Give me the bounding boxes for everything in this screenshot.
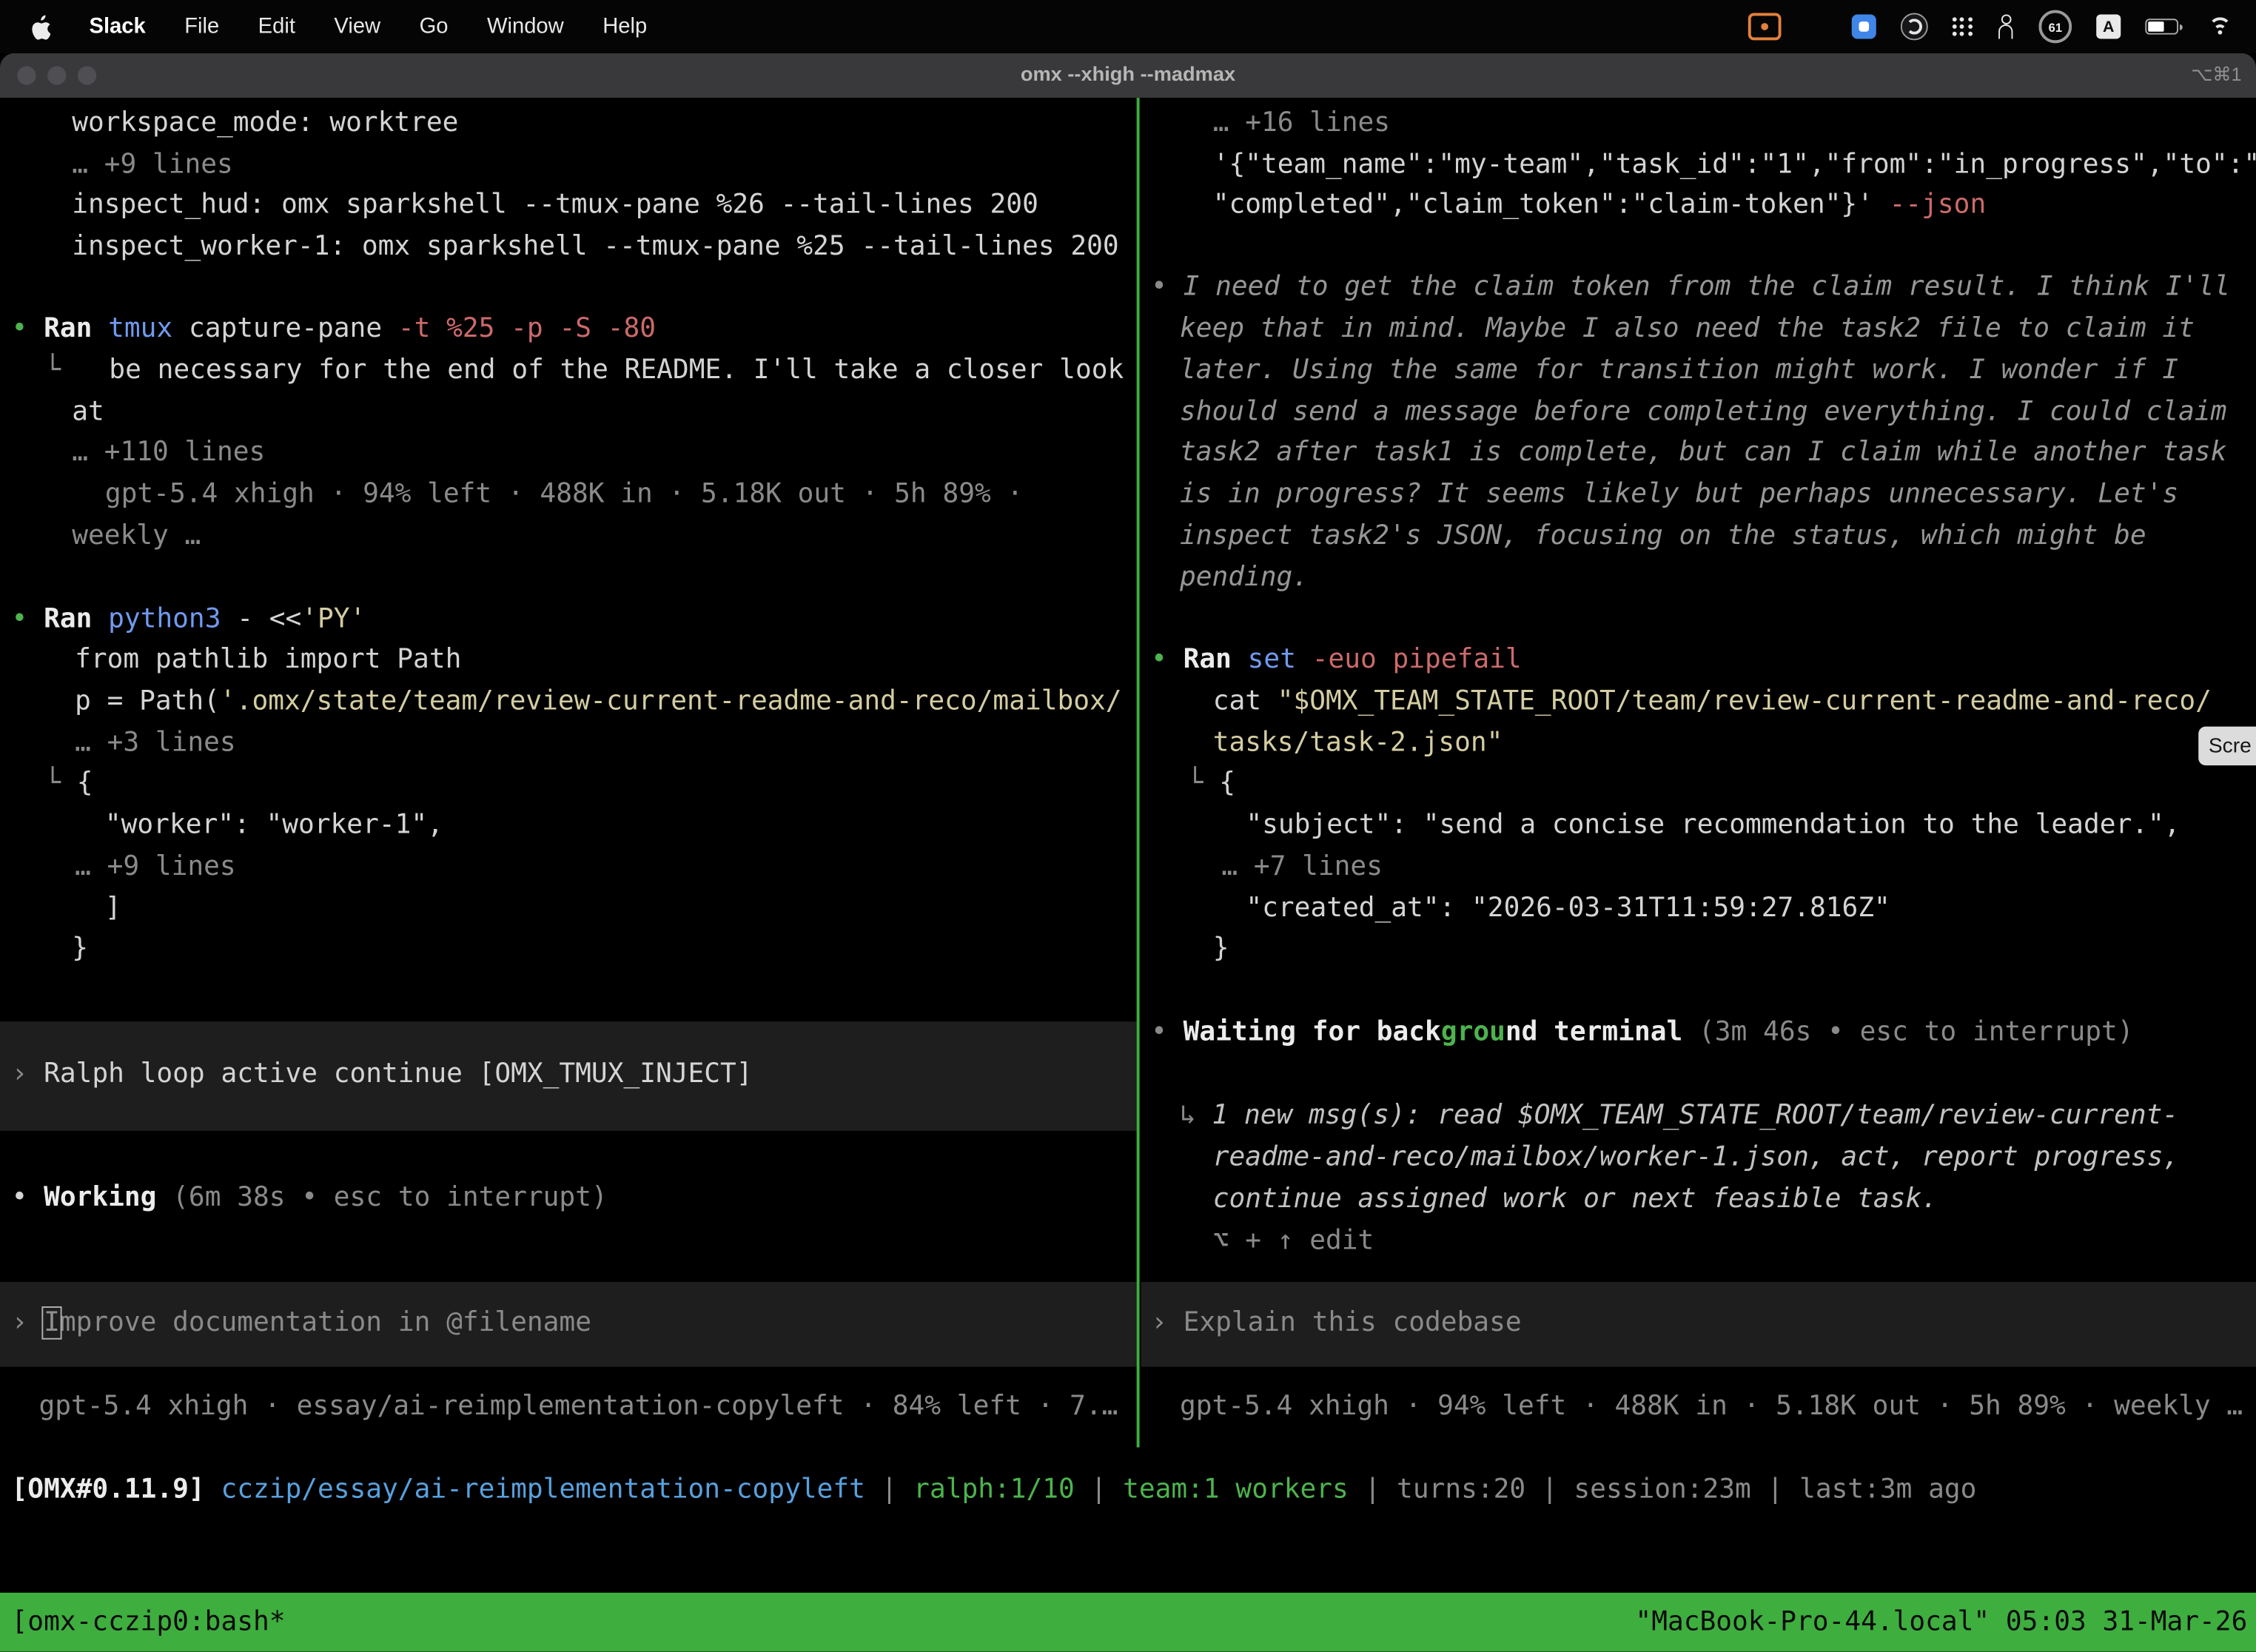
terminal-line: … +3 lines xyxy=(75,727,236,762)
tmux-status-bar: [omx-cczip0:bash* "MacBook-Pro-44.local"… xyxy=(0,1593,2256,1652)
terminal-line: pending. xyxy=(1180,561,1309,596)
terminal-line: keep that in mind. Maybe I also need the… xyxy=(1180,312,2195,347)
terminal-window: omx --xhigh --madmax ⌥⌘1 workspace_mode:… xyxy=(0,53,2256,1652)
input-source-icon[interactable]: A xyxy=(2096,14,2121,38)
composer-suggestion: › Explain this codebase xyxy=(1151,1306,1522,1341)
window-titlebar[interactable]: omx --xhigh --madmax ⌥⌘1 xyxy=(0,53,2256,99)
terminal-line: continue assigned work or next feasible … xyxy=(1213,1183,1938,1218)
screen-recording-icon[interactable] xyxy=(1748,13,1782,40)
terminal-line: is in progress? It seems likely but perh… xyxy=(1180,477,2178,512)
battery-icon[interactable] xyxy=(2145,19,2183,34)
terminal-line: • Waiting for background terminal (3m 46… xyxy=(1151,1015,2133,1050)
pane-divider[interactable] xyxy=(1137,98,1140,1447)
menu-bar-left: Slack File Edit View Go Window Help xyxy=(0,13,647,39)
terminal-line: should send a message before completing … xyxy=(1180,396,2226,431)
terminal-line: inspect task2's JSON, focusing on the st… xyxy=(1180,520,2146,554)
terminal-line: from pathlib import Path xyxy=(75,643,461,678)
wifi-icon[interactable] xyxy=(2207,17,2233,36)
left-pane[interactable]: workspace_mode: worktree … +9 lines inspec… xyxy=(0,98,1137,1447)
terminal-line: } xyxy=(1213,933,1229,967)
terminal-line: inspect_worker-1: omx sparkshell --tmux-… xyxy=(72,230,1118,265)
terminal-line: weekly … xyxy=(72,520,201,554)
window-title: omx --xhigh --madmax xyxy=(0,62,2256,85)
dark-app-icon[interactable] xyxy=(1901,13,1928,40)
terminal-line: ] xyxy=(105,892,121,927)
terminal-line: } xyxy=(72,933,88,967)
menu-help[interactable]: Help xyxy=(602,14,647,38)
terminal-line: … +110 lines xyxy=(72,436,265,471)
blue-app-icon[interactable] xyxy=(1852,14,1876,38)
terminal-line: "worker": "worker-1", xyxy=(105,808,443,843)
terminal-line: • I need to get the claim token from the… xyxy=(1151,270,2230,305)
menu-file[interactable]: File xyxy=(184,14,219,38)
terminal-line: • Ran set -euo pipefail xyxy=(1151,643,1522,678)
terminal-line: … +7 lines xyxy=(1221,850,1383,885)
terminal-line: "created_at": "2026-03-31T11:59:27.816Z" xyxy=(1246,892,1890,927)
figure-icon[interactable] xyxy=(1997,14,2014,38)
terminal-line: └ be necessary for the end of the README… xyxy=(44,354,1124,389)
apple-menu-icon[interactable] xyxy=(29,13,50,39)
window-shortcut: ⌥⌘1 xyxy=(2191,64,2241,87)
terminal-line: └ { xyxy=(1187,767,1235,802)
screen-tooltip: Scre xyxy=(2198,727,2256,765)
terminal-line: "subject": "send a concise recommendatio… xyxy=(1246,808,2180,843)
terminal-line: task2 after task1 is complete, but can I… xyxy=(1180,436,2226,471)
tmux-session-label[interactable]: [omx-cczip0:bash* xyxy=(0,1607,285,1637)
terminal: workspace_mode: worktree … +9 lines inspec… xyxy=(0,98,2256,1651)
terminal-line: inspect_hud: omx sparkshell --tmux-pane … xyxy=(72,189,1038,224)
terminal-line: p = Path('.omx/state/team/review-current… xyxy=(75,685,1121,719)
menu-bar: Slack File Edit View Go Window Help 61 A xyxy=(0,0,2256,53)
terminal-line: … +9 lines xyxy=(72,148,233,183)
omx-status-line: [OMX#0.11.9] cczip/essay/ai-reimplementa… xyxy=(12,1474,1977,1508)
menu-window[interactable]: Window xyxy=(487,14,564,38)
terminal-line: '{"team_name":"my-team","task_id":"1","f… xyxy=(1213,148,2256,183)
terminal-line: readme-and-reco/mailbox/worker-1.json, a… xyxy=(1213,1141,2180,1175)
terminal-line: at xyxy=(72,396,104,431)
terminal-line: tasks/task-2.json" xyxy=(1213,727,1503,762)
dots-grid-icon[interactable] xyxy=(1953,16,1973,36)
screen: Slack File Edit View Go Window Help 61 A xyxy=(0,0,2256,1652)
right-pane[interactable]: … +16 lines '{"team_name":"my-team","task… xyxy=(1141,98,2256,1447)
menu-view[interactable]: View xyxy=(334,14,380,38)
pane-footer: gpt-5.4 xhigh · 94% left · 488K in · 5.1… xyxy=(1180,1390,2243,1425)
terminal-line: gpt-5.4 xhigh · 94% left · 488K in · 5.1… xyxy=(105,477,1023,512)
terminal-line: • Working (6m 38s • esc to interrupt) xyxy=(12,1181,608,1216)
terminal-line: cat "$OMX_TEAM_STATE_ROOT/team/review-cu… xyxy=(1213,685,2212,719)
inject-banner-text: › Ralph loop active continue [OMX_TMUX_I… xyxy=(12,1058,753,1092)
terminal-line: ↳ 1 new msg(s): read $OMX_TEAM_STATE_ROO… xyxy=(1180,1099,2178,1134)
window-grid-icon[interactable] xyxy=(1806,16,1827,37)
terminal-line: └ { xyxy=(44,767,93,802)
composer-placeholder: › Improve documentation in @filename xyxy=(12,1306,591,1341)
terminal-line: … +9 lines xyxy=(75,850,236,885)
pane-footer: gpt-5.4 xhigh · essay/ai-reimplementatio… xyxy=(38,1390,1118,1425)
battery-ring-icon[interactable]: 61 xyxy=(2038,10,2072,44)
terminal-line: later. Using the same for transition mig… xyxy=(1180,354,2178,389)
menu-bar-status-icons: 61 A xyxy=(1748,10,2256,44)
terminal-line: ⌥ + ↑ edit xyxy=(1213,1224,1374,1259)
app-menu[interactable]: Slack xyxy=(90,14,146,38)
menu-go[interactable]: Go xyxy=(420,14,449,38)
terminal-line: workspace_mode: worktree xyxy=(72,107,458,141)
terminal-line: "completed","claim_token":"claim-token"}… xyxy=(1213,189,1987,224)
tmux-host-clock-label: "MacBook-Pro-44.local" 05:03 31-Mar-26 xyxy=(1635,1607,2256,1637)
menu-edit[interactable]: Edit xyxy=(258,14,295,38)
terminal-line: • Ran python3 - <<'PY' xyxy=(12,602,366,637)
terminal-line: • Ran tmux capture-pane -t %25 -p -S -80 xyxy=(12,312,656,347)
terminal-line: … +16 lines xyxy=(1213,107,1390,141)
